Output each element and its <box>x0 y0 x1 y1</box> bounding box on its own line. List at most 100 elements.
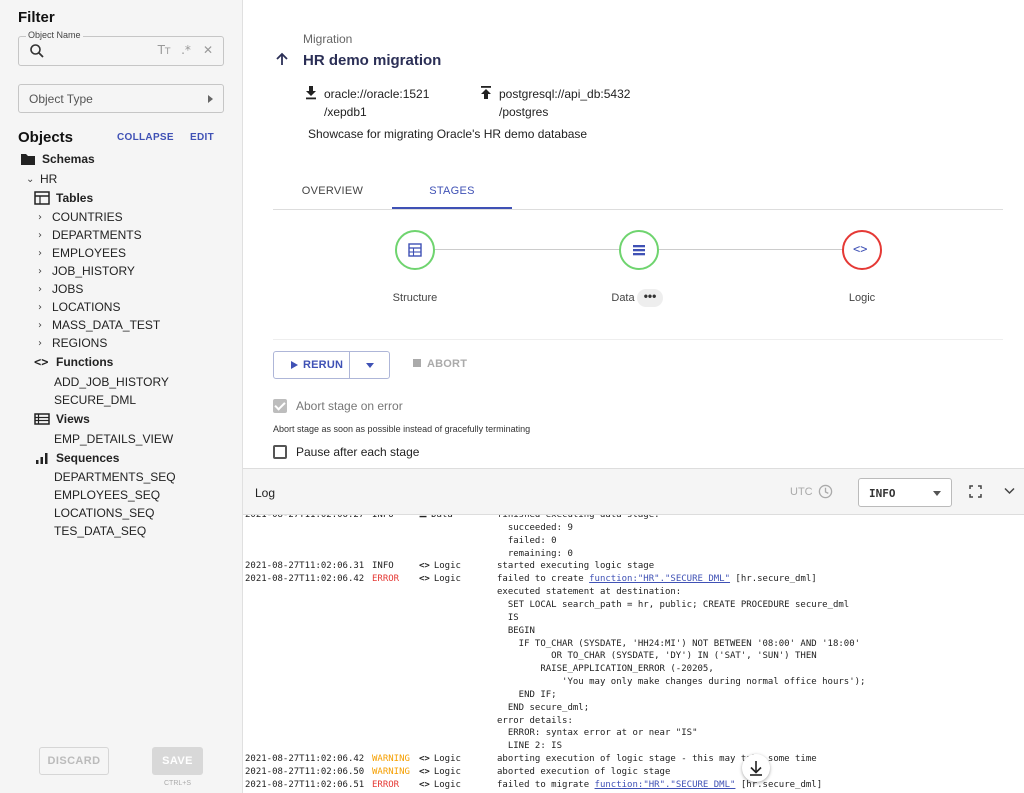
stage-logic-label: Logic <box>848 292 876 304</box>
log-message-suffix: [hr.secure_dml] <box>730 574 817 585</box>
tree-item[interactable]: › JOBS <box>38 280 83 298</box>
tree-item[interactable]: EMPLOYEES_SEQ <box>54 486 160 504</box>
tree-item[interactable]: TES_DATA_SEQ <box>54 522 146 540</box>
tree-item-label: LOCATIONS <box>52 300 121 314</box>
tree-schema-hr[interactable]: ⌄ HR <box>26 170 57 188</box>
stage-structure-node[interactable] <box>395 230 435 270</box>
log-output[interactable]: 2021-08-27T11:02:06.27 INFO ☰ Data finished … <box>243 515 1024 793</box>
log-message-text: IF TO_CHAR (SYSDATE, 'HH24:MI') NOT BETW… <box>497 638 861 649</box>
arrow-up-icon[interactable] <box>275 51 289 67</box>
log-message-text: SET LOCAL search_path = hr, public; CREA… <box>497 599 850 610</box>
rerun-button[interactable]: RERUN <box>274 352 350 378</box>
abort-on-error-checkbox[interactable] <box>273 399 287 413</box>
log-message: OR TO_CHAR (SYSDATE, 'DY') IN ('SAT', 'S… <box>497 650 817 663</box>
page-title: HR demo migration <box>303 52 442 69</box>
regex-icon[interactable]: .* <box>179 43 193 57</box>
table-icon <box>408 243 422 257</box>
tree-item[interactable]: SECURE_DML <box>54 391 136 409</box>
log-level: ERROR <box>372 779 400 790</box>
save-button[interactable]: SAVE <box>152 747 203 775</box>
log-level: WARNING <box>372 767 410 777</box>
tree-item[interactable]: DEPARTMENTS_SEQ <box>54 468 176 486</box>
log-stage-name: Logic <box>433 561 461 572</box>
log-message: SET LOCAL search_path = hr, public; CREA… <box>497 599 849 612</box>
object-filter-panel: Filter Object Name TT .* ✕ Object Type O… <box>0 0 243 793</box>
source-url-line2: /xepdb1 <box>324 105 367 119</box>
tab-stages[interactable]: STAGES <box>392 178 512 209</box>
log-message-text: remaining: 0 <box>497 548 573 559</box>
discard-button[interactable]: DISCARD <box>39 747 109 775</box>
log-object-link[interactable]: function:"HR"."SECURE_DML" <box>589 574 730 584</box>
tree-schema-label: HR <box>40 172 58 186</box>
table-icon <box>34 191 50 205</box>
chevron-down-icon[interactable] <box>1004 487 1015 495</box>
log-message-text: succeeded: 9 <box>497 522 573 533</box>
chevron-right-icon: › <box>38 211 42 223</box>
clock-icon[interactable] <box>818 484 833 499</box>
log-level-select[interactable]: INFO <box>858 478 952 507</box>
tree-item-label: EMP_DETAILS_VIEW <box>54 432 174 446</box>
more-options-button[interactable]: ••• <box>637 289 663 307</box>
save-shortcut-hint: CTRL+S <box>164 780 192 787</box>
tree-item[interactable]: › EMPLOYEES <box>38 244 126 262</box>
log-message: IS <box>497 612 519 625</box>
log-stage: <> Logic <box>419 560 461 573</box>
target-url-line1: postgresql://api_db:5432 <box>499 87 631 101</box>
tree-item-label: JOBS <box>52 282 84 296</box>
stop-icon <box>413 359 421 367</box>
edit-button[interactable]: EDIT <box>190 132 214 143</box>
log-message: succeeded: 9 <box>497 522 573 535</box>
tree-sequences-label: Sequences <box>56 451 120 465</box>
match-case-icon[interactable]: TT <box>157 43 171 57</box>
tree-item[interactable]: › MASS_DATA_TEST <box>38 316 160 334</box>
caret-right-icon <box>208 95 213 103</box>
abort-button[interactable]: ABORT <box>413 358 467 370</box>
tree-item[interactable]: › REGIONS <box>38 334 107 352</box>
fullscreen-icon[interactable] <box>969 485 982 498</box>
tab-overview[interactable]: OVERVIEW <box>273 178 392 209</box>
log-timestamp: 2021-08-27T11:02:06.50 <box>245 767 365 777</box>
collapse-button[interactable]: COLLAPSE <box>117 132 174 143</box>
scroll-to-bottom-button[interactable] <box>742 754 770 782</box>
bar-chart-icon <box>36 453 48 464</box>
log-message: executed statement at destination: <box>497 586 681 599</box>
breadcrumb[interactable]: Migration <box>303 32 352 46</box>
stage-logic-node[interactable]: <> <box>842 230 882 270</box>
chevron-right-icon: › <box>38 283 42 295</box>
tree-item[interactable]: › LOCATIONS <box>38 298 120 316</box>
abort-on-error-label: Abort stage on error <box>296 399 403 413</box>
code-icon: <> <box>419 779 430 790</box>
button-divider <box>349 352 350 378</box>
code-icon: <> <box>419 767 430 777</box>
log-object-link[interactable]: function:"HR"."SECURE_DML" <box>595 780 736 790</box>
abort-on-error-row[interactable]: Abort stage on error <box>273 399 403 413</box>
tree-item[interactable]: › JOB_HISTORY <box>38 262 135 280</box>
rerun-options-dropdown[interactable] <box>366 363 374 368</box>
tree-schemas[interactable]: Schemas <box>20 150 95 168</box>
log-message: remaining: 0 <box>497 548 573 561</box>
clear-icon[interactable]: ✕ <box>201 43 215 57</box>
tree-item[interactable]: › DEPARTMENTS <box>38 226 142 244</box>
tree-item[interactable]: ADD_JOB_HISTORY <box>54 373 169 391</box>
log-message: END secure_dml; <box>497 702 589 715</box>
tree-functions[interactable]: <> Functions <box>34 353 113 371</box>
log-message: failed to migrate function:"HR"."SECURE_… <box>497 779 822 792</box>
log-message: failed to create function:"HR"."SECURE_D… <box>497 573 817 586</box>
abort-hint: Abort stage as soon as possible instead … <box>273 424 531 434</box>
pause-after-stage-checkbox[interactable] <box>273 445 287 459</box>
tree-item[interactable]: › COUNTRIES <box>38 208 123 226</box>
tree-sequences[interactable]: Sequences <box>34 449 119 467</box>
stage-data-node[interactable] <box>619 230 659 270</box>
tree-views[interactable]: Views <box>34 410 90 428</box>
tree-item[interactable]: EMP_DETAILS_VIEW <box>54 430 173 448</box>
object-name-input[interactable]: Object Name TT .* ✕ <box>18 30 224 66</box>
caret-down-icon <box>933 491 941 496</box>
pause-row[interactable]: Pause after each stage <box>273 445 419 459</box>
object-type-select[interactable]: Object Type <box>18 84 224 113</box>
tree-item-label: REGIONS <box>52 336 108 350</box>
view-list-icon <box>34 413 50 425</box>
tree-item[interactable]: LOCATIONS_SEQ <box>54 504 154 522</box>
log-timestamp: 2021-08-27T11:02:06.27 <box>245 515 365 520</box>
tree-tables[interactable]: Tables <box>34 189 93 207</box>
tree-item-label: DEPARTMENTS_SEQ <box>54 470 176 484</box>
